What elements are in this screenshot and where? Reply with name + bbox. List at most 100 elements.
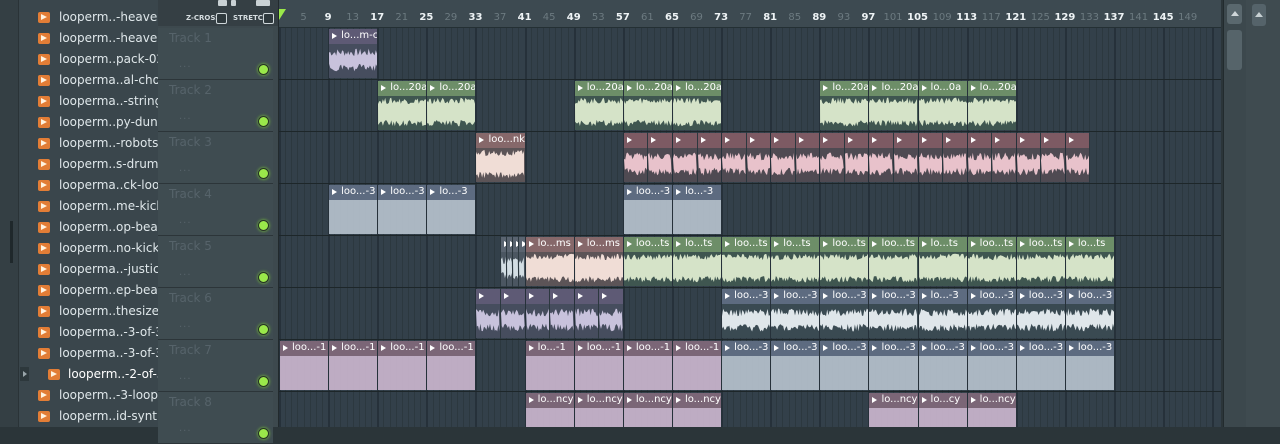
audio-clip[interactable]: lo...ts <box>672 237 722 286</box>
audio-clip[interactable]: loo...ts <box>820 237 869 286</box>
clip-header[interactable] <box>525 289 550 304</box>
audio-clip[interactable]: lo...ncy <box>525 393 574 427</box>
track-menu-dots[interactable]: ... <box>179 111 192 122</box>
browser-item[interactable]: looperm..-robots <box>18 133 158 154</box>
audio-clip[interactable]: loo...-3 <box>1065 341 1115 390</box>
browser-scroll-thumb[interactable] <box>10 221 13 263</box>
clip-header[interactable]: loo...ts <box>722 237 771 252</box>
clip-header[interactable]: loo...-3 <box>722 289 771 304</box>
audio-clip[interactable] <box>672 133 697 182</box>
audio-clip[interactable]: loo...-3 <box>820 289 869 338</box>
track-menu-dots[interactable]: ... <box>179 319 192 330</box>
browser-item[interactable]: looperm..-2-of-3 <box>18 364 158 385</box>
clip-header[interactable]: loo...-3 <box>329 185 378 200</box>
browser-item[interactable]: looperm..id-synth <box>18 406 158 427</box>
clip-header[interactable]: loo...-3 <box>1065 341 1115 356</box>
clip-header[interactable] <box>1016 133 1041 148</box>
arrangement-grid[interactable]: lo...m-c lo...20a lo...20a lo...20a lo...20a… <box>279 28 1221 427</box>
audio-clip[interactable]: loo...-3 <box>1016 289 1065 338</box>
audio-clip[interactable]: loo...nk <box>476 133 525 182</box>
clip-header[interactable] <box>501 237 507 252</box>
clip-header[interactable]: loo...-3 <box>1016 289 1065 304</box>
audio-clip[interactable]: lo...ncy <box>869 393 918 427</box>
clip-header[interactable] <box>697 133 722 148</box>
clip-header[interactable]: lo...-3 <box>427 185 476 200</box>
browser-item[interactable]: looperm..me-kick <box>18 196 158 217</box>
audio-clip[interactable]: loo...-3 <box>869 341 918 390</box>
audio-clip[interactable]: loo...ts <box>869 237 918 286</box>
browser-panel[interactable]: looperm..-heaven looperm..-heaven looperm.… <box>0 0 158 427</box>
audio-clip[interactable]: loo...-3 <box>623 185 672 234</box>
clip-header[interactable]: lo...ts <box>918 237 967 252</box>
audio-clip[interactable] <box>992 133 1016 182</box>
browser-item[interactable]: looperma..-3-of-3 <box>18 343 158 364</box>
audio-clip[interactable] <box>519 237 525 286</box>
audio-clip[interactable]: lo...ncy <box>967 393 1016 427</box>
audio-clip[interactable]: lo...20a <box>967 81 1016 130</box>
clip-header[interactable]: lo...ncy <box>967 393 1016 408</box>
audio-clip[interactable] <box>501 289 525 338</box>
audio-clip[interactable]: loo...-1 <box>672 341 722 390</box>
clip-header[interactable] <box>501 289 525 304</box>
audio-clip[interactable]: lo...20a <box>623 81 672 130</box>
audio-clip[interactable]: lo...ts <box>771 237 820 286</box>
clip-header[interactable]: lo...20a <box>967 81 1016 96</box>
track-header[interactable]: Track 2... <box>158 80 273 132</box>
audio-clip[interactable] <box>525 289 550 338</box>
audio-clip[interactable] <box>513 237 519 286</box>
clip-header[interactable]: loo...-3 <box>1016 341 1065 356</box>
track-header[interactable]: Track 4... <box>158 184 273 236</box>
audio-clip[interactable]: loo...ts <box>623 237 672 286</box>
audio-clip[interactable]: loo...-3 <box>378 185 427 234</box>
clip-header[interactable] <box>1065 133 1090 148</box>
track-mute-led-icon[interactable] <box>258 168 269 179</box>
audio-clip[interactable] <box>599 289 623 338</box>
audio-clip[interactable] <box>722 133 746 182</box>
clip-header[interactable] <box>967 133 992 148</box>
clip-header[interactable]: loo...-1 <box>574 341 623 356</box>
track-header[interactable]: Track 7... <box>158 340 273 392</box>
audio-clip[interactable]: lo...20a <box>869 81 918 130</box>
audio-clip[interactable]: loo...-3 <box>820 341 869 390</box>
track-menu-dots[interactable]: ... <box>179 215 192 226</box>
audio-clip[interactable] <box>1065 133 1090 182</box>
clip-header[interactable]: lo...20a <box>378 81 427 96</box>
clip-header[interactable]: lo...ncy <box>623 393 672 408</box>
clip-header[interactable]: lo...-3 <box>672 185 722 200</box>
audio-clip[interactable]: lo...-3 <box>672 185 722 234</box>
audio-clip[interactable] <box>771 133 795 182</box>
clip-header[interactable] <box>722 133 746 148</box>
audio-clip[interactable] <box>623 133 648 182</box>
scroll-up-icon[interactable] <box>1227 4 1242 24</box>
clip-header[interactable] <box>795 133 820 148</box>
clip-header[interactable] <box>992 133 1016 148</box>
zcross-toggle[interactable] <box>216 13 227 24</box>
clip-header[interactable]: loo...ts <box>623 237 672 252</box>
clip-header[interactable]: loo...-3 <box>967 289 1016 304</box>
toolbar-icon[interactable] <box>218 0 227 6</box>
clip-header[interactable]: loo...-1 <box>623 341 672 356</box>
track-menu-dots[interactable]: ... <box>179 163 192 174</box>
playhead-marker[interactable] <box>279 9 286 20</box>
browser-item[interactable]: looperma..al-choir <box>18 70 158 91</box>
browser-item[interactable]: looperm..py-dunk <box>18 112 158 133</box>
browser-item[interactable]: looperma..-strings <box>18 91 158 112</box>
track-mute-led-icon[interactable] <box>258 428 269 439</box>
track-mute-led-icon[interactable] <box>258 324 269 335</box>
clip-header[interactable] <box>672 133 697 148</box>
clip-header[interactable]: loo...ts <box>967 237 1016 252</box>
track-menu-dots[interactable]: ... <box>179 59 192 70</box>
clip-header[interactable] <box>550 289 574 304</box>
audio-clip[interactable]: lo...ts <box>1065 237 1115 286</box>
vertical-scrollbar[interactable] <box>1223 0 1246 427</box>
clip-header[interactable]: loo...-1 <box>672 341 722 356</box>
clip-header[interactable]: loo...-3 <box>378 185 427 200</box>
track-mute-led-icon[interactable] <box>258 376 269 387</box>
audio-clip[interactable]: loo...-3 <box>329 185 378 234</box>
clip-header[interactable]: lo...-3 <box>918 289 967 304</box>
track-mute-led-icon[interactable] <box>258 220 269 231</box>
audio-clip[interactable]: lo...ms <box>525 237 574 286</box>
browser-item[interactable]: looperm..no-kick <box>18 238 158 259</box>
clip-header[interactable]: lo...20a <box>574 81 623 96</box>
clip-header[interactable]: lo...ncy <box>869 393 918 408</box>
